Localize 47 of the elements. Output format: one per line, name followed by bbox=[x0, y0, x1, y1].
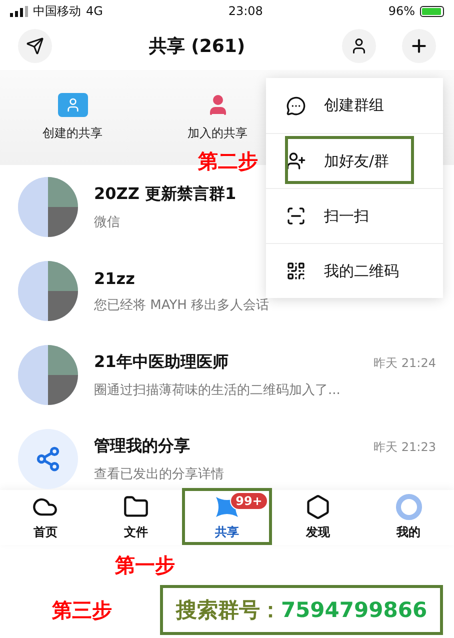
signal-icon bbox=[10, 6, 28, 16]
folder-icon bbox=[123, 494, 150, 520]
clock-time: 23:08 bbox=[228, 4, 263, 18]
tab-item[interactable]: 我的 bbox=[363, 490, 454, 545]
tab-item[interactable]: 共享 99+ bbox=[182, 490, 272, 545]
chat-bubble-icon bbox=[286, 96, 306, 116]
qr-code-icon bbox=[286, 261, 306, 281]
step-label: 第三步 bbox=[52, 596, 112, 624]
add-user-icon bbox=[286, 151, 306, 171]
step-label: 第一步 bbox=[115, 552, 175, 578]
conversation-preview: 您已经将 MAYH 移出多人会话 bbox=[94, 296, 270, 314]
page-title: 共享 (261) bbox=[148, 35, 246, 58]
hexagon-icon bbox=[304, 494, 331, 520]
conversation-time: 昨天 21:23 bbox=[374, 438, 436, 456]
shortcut-button[interactable]: 创建的共享 bbox=[0, 86, 145, 150]
menu-item[interactable]: 我的二维码 bbox=[266, 243, 443, 298]
tab-item[interactable]: 文件 bbox=[90, 490, 182, 545]
profile-avatar bbox=[396, 494, 422, 520]
group-avatar bbox=[18, 345, 78, 405]
conversation-preview: 圈通过扫描薄荷味的生活的二维码加入了... bbox=[94, 382, 340, 398]
tab-item[interactable]: 首页 bbox=[0, 490, 91, 545]
conversation-name: 21zz bbox=[94, 268, 135, 288]
count-badge: 99+ bbox=[230, 492, 268, 510]
step-label: 第二步 bbox=[198, 148, 258, 175]
add-button[interactable] bbox=[402, 29, 436, 63]
conversation-name: 管理我的分享 bbox=[94, 436, 190, 456]
battery-percent: 96% bbox=[388, 4, 415, 18]
menu-item[interactable]: 加好友/群 bbox=[266, 133, 443, 188]
conversation-preview: 微信 bbox=[94, 214, 120, 230]
network-type: 4G bbox=[86, 4, 103, 18]
conversation-time: 昨天 21:24 bbox=[374, 354, 436, 372]
scan-icon bbox=[286, 206, 306, 226]
conversation-preview: 查看已发出的分享详情 bbox=[94, 466, 224, 482]
menu-item[interactable]: 创建群组 bbox=[266, 78, 443, 133]
carrier-name: 中国移动 bbox=[33, 2, 81, 20]
menu-item[interactable]: 扫一扫 bbox=[266, 188, 443, 243]
tab-item[interactable]: 发现 bbox=[272, 490, 364, 545]
send-button[interactable] bbox=[18, 29, 52, 63]
search-callout: 搜索群号：7594799866 bbox=[160, 585, 443, 635]
group-avatar bbox=[18, 177, 78, 237]
battery-icon bbox=[420, 6, 444, 16]
group-avatar bbox=[18, 261, 78, 321]
send-icon bbox=[26, 37, 44, 55]
contacts-button[interactable] bbox=[342, 29, 376, 63]
conversation-name: 21年中医助理医师 bbox=[94, 352, 228, 372]
add-person-icon bbox=[58, 93, 88, 117]
conversation-name: 20ZZ 更新禁言群1 bbox=[94, 184, 236, 204]
